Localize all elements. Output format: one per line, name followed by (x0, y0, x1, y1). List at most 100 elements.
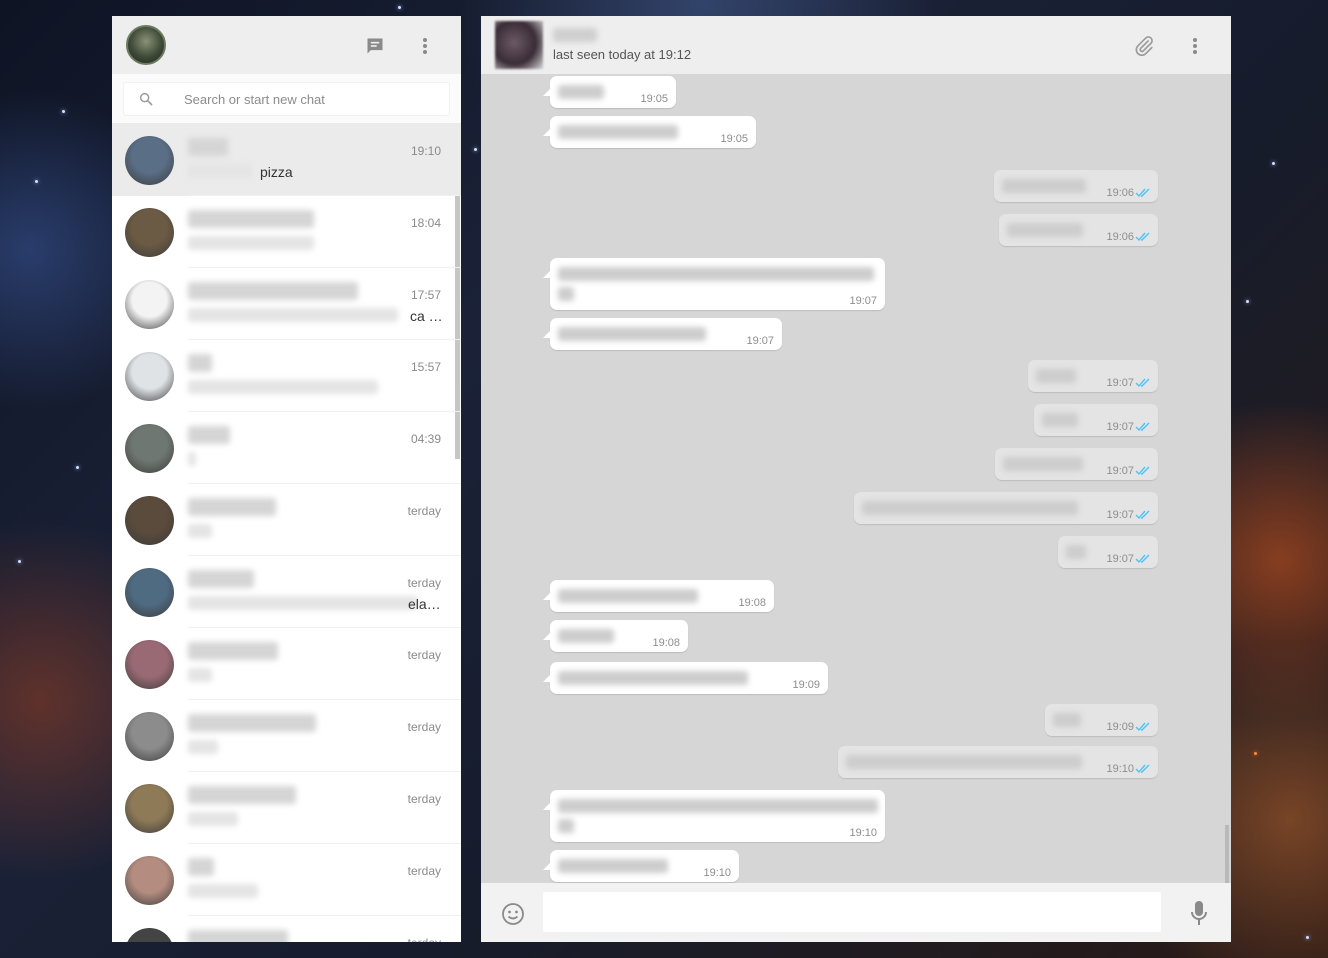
chat-list-item[interactable]: 15:57 (112, 340, 461, 412)
search-bar (112, 74, 461, 124)
chat-time: 15:57 (410, 360, 441, 374)
chat-summary: pizza 19:10 (188, 124, 461, 196)
message-time: 19:10 (849, 827, 877, 839)
conversation-panel: last seen today at 19:12 19:05 19:05 19:06… (481, 16, 1231, 942)
outgoing-message[interactable]: 19:07 (1028, 360, 1158, 392)
read-receipt-icon (1135, 378, 1150, 388)
read-receipt-icon (1135, 722, 1150, 732)
avatar (125, 567, 174, 617)
chat-time: terday (408, 936, 441, 942)
message-time: 19:09 (1106, 721, 1134, 733)
message-text (558, 85, 604, 99)
incoming-message[interactable]: 19:05 (543, 116, 756, 148)
message-text (558, 859, 668, 873)
my-avatar[interactable] (126, 25, 166, 65)
chat-list-item[interactable]: 04:39 (112, 412, 461, 484)
outgoing-message[interactable]: 19:06 (994, 170, 1158, 202)
outgoing-message[interactable]: 19:07 (1034, 404, 1158, 436)
incoming-message[interactable]: 19:08 (543, 620, 688, 652)
avatar (125, 135, 174, 185)
composer (481, 883, 1231, 942)
outgoing-message[interactable]: 19:07 (854, 492, 1158, 524)
chat-list-item[interactable]: terday (112, 772, 461, 844)
background-star (76, 466, 79, 469)
message-text (558, 819, 574, 833)
outgoing-message[interactable]: 19:09 (1045, 704, 1158, 736)
chat-time: 18:04 (410, 216, 441, 230)
avatar (125, 927, 174, 942)
read-receipt-icon (1135, 764, 1150, 774)
chat-preview (188, 380, 378, 394)
chat-name (188, 642, 278, 660)
message-time: 19:09 (792, 679, 820, 691)
chat-name (188, 570, 254, 588)
chat-summary: terday (188, 628, 461, 700)
message-icon[interactable] (364, 35, 386, 57)
chat-preview-text: ela… (408, 596, 441, 612)
chat-list-item[interactable]: terday (112, 916, 461, 942)
background-star (398, 6, 401, 9)
chat-name (188, 858, 214, 876)
chat-summary: terday (188, 916, 461, 942)
more-vert-icon[interactable] (414, 35, 436, 57)
contact-avatar[interactable] (495, 21, 543, 69)
message-time: 19:07 (746, 335, 774, 347)
contact-info[interactable]: last seen today at 19:12 (553, 28, 691, 62)
message-text (558, 799, 878, 813)
chat-list-item[interactable]: pizza 19:10 (112, 124, 461, 196)
chat-list: pizza 19:10 18:04 ca … 17:57 15:57 04:39 terday… (112, 124, 461, 942)
chat-summary: 04:39 (188, 412, 461, 484)
incoming-message[interactable]: 19:07 (543, 258, 885, 310)
chat-summary: terday (188, 484, 461, 556)
chat-time: terday (407, 792, 441, 806)
background-star (1306, 936, 1309, 939)
paperclip-icon[interactable] (1132, 34, 1156, 58)
incoming-message[interactable]: 19:10 (543, 790, 885, 842)
outgoing-message[interactable]: 19:06 (999, 214, 1158, 246)
avatar (125, 351, 174, 401)
background-star (35, 180, 38, 183)
chat-list-item[interactable]: 18:04 (112, 196, 461, 268)
microphone-icon[interactable] (1189, 900, 1209, 926)
background-star (1254, 752, 1257, 755)
chat-summary: ela… terday (188, 556, 461, 628)
message-time: 19:05 (720, 133, 748, 145)
outgoing-message[interactable]: 19:07 (1058, 536, 1158, 568)
message-text (558, 629, 614, 643)
chat-list-item[interactable]: ela… terday (112, 556, 461, 628)
more-vert-icon[interactable] (1183, 34, 1207, 58)
message-time: 19:07 (1106, 509, 1134, 521)
message-area: 19:05 19:05 19:06 19:06 19:07 19:07 19:07 19:07… (481, 74, 1231, 941)
chat-list-item[interactable]: ca … 17:57 (112, 268, 461, 340)
search-input[interactable] (184, 91, 414, 107)
read-receipt-icon (1135, 510, 1150, 520)
message-text (558, 589, 698, 603)
read-receipt-icon (1135, 422, 1150, 432)
conversation-header[interactable]: last seen today at 19:12 (481, 16, 1231, 74)
chat-list-item[interactable]: terday (112, 700, 461, 772)
message-input[interactable] (543, 892, 1161, 932)
chat-name (188, 282, 358, 300)
chat-list-item[interactable]: terday (112, 628, 461, 700)
incoming-message[interactable]: 19:07 (543, 318, 782, 350)
message-text (558, 327, 706, 341)
message-time: 19:08 (738, 597, 766, 609)
incoming-message[interactable]: 19:05 (543, 76, 676, 108)
chat-list-item[interactable]: terday (112, 484, 461, 556)
outgoing-message[interactable]: 19:10 (838, 746, 1158, 778)
search-box (124, 83, 449, 115)
chat-summary: terday (188, 700, 461, 772)
incoming-message[interactable]: 19:09 (543, 662, 828, 694)
smiley-icon[interactable] (501, 902, 525, 926)
chat-name (188, 354, 212, 372)
background-star (62, 110, 65, 113)
chat-time: 17:57 (410, 288, 441, 302)
outgoing-message[interactable]: 19:07 (995, 448, 1158, 480)
message-time: 19:07 (1106, 553, 1134, 565)
message-text (862, 501, 1078, 515)
message-text (558, 125, 678, 139)
incoming-message[interactable]: 19:08 (543, 580, 774, 612)
incoming-message[interactable]: 19:10 (543, 850, 739, 882)
chat-list-item[interactable]: terday (112, 844, 461, 916)
avatar (125, 711, 174, 761)
